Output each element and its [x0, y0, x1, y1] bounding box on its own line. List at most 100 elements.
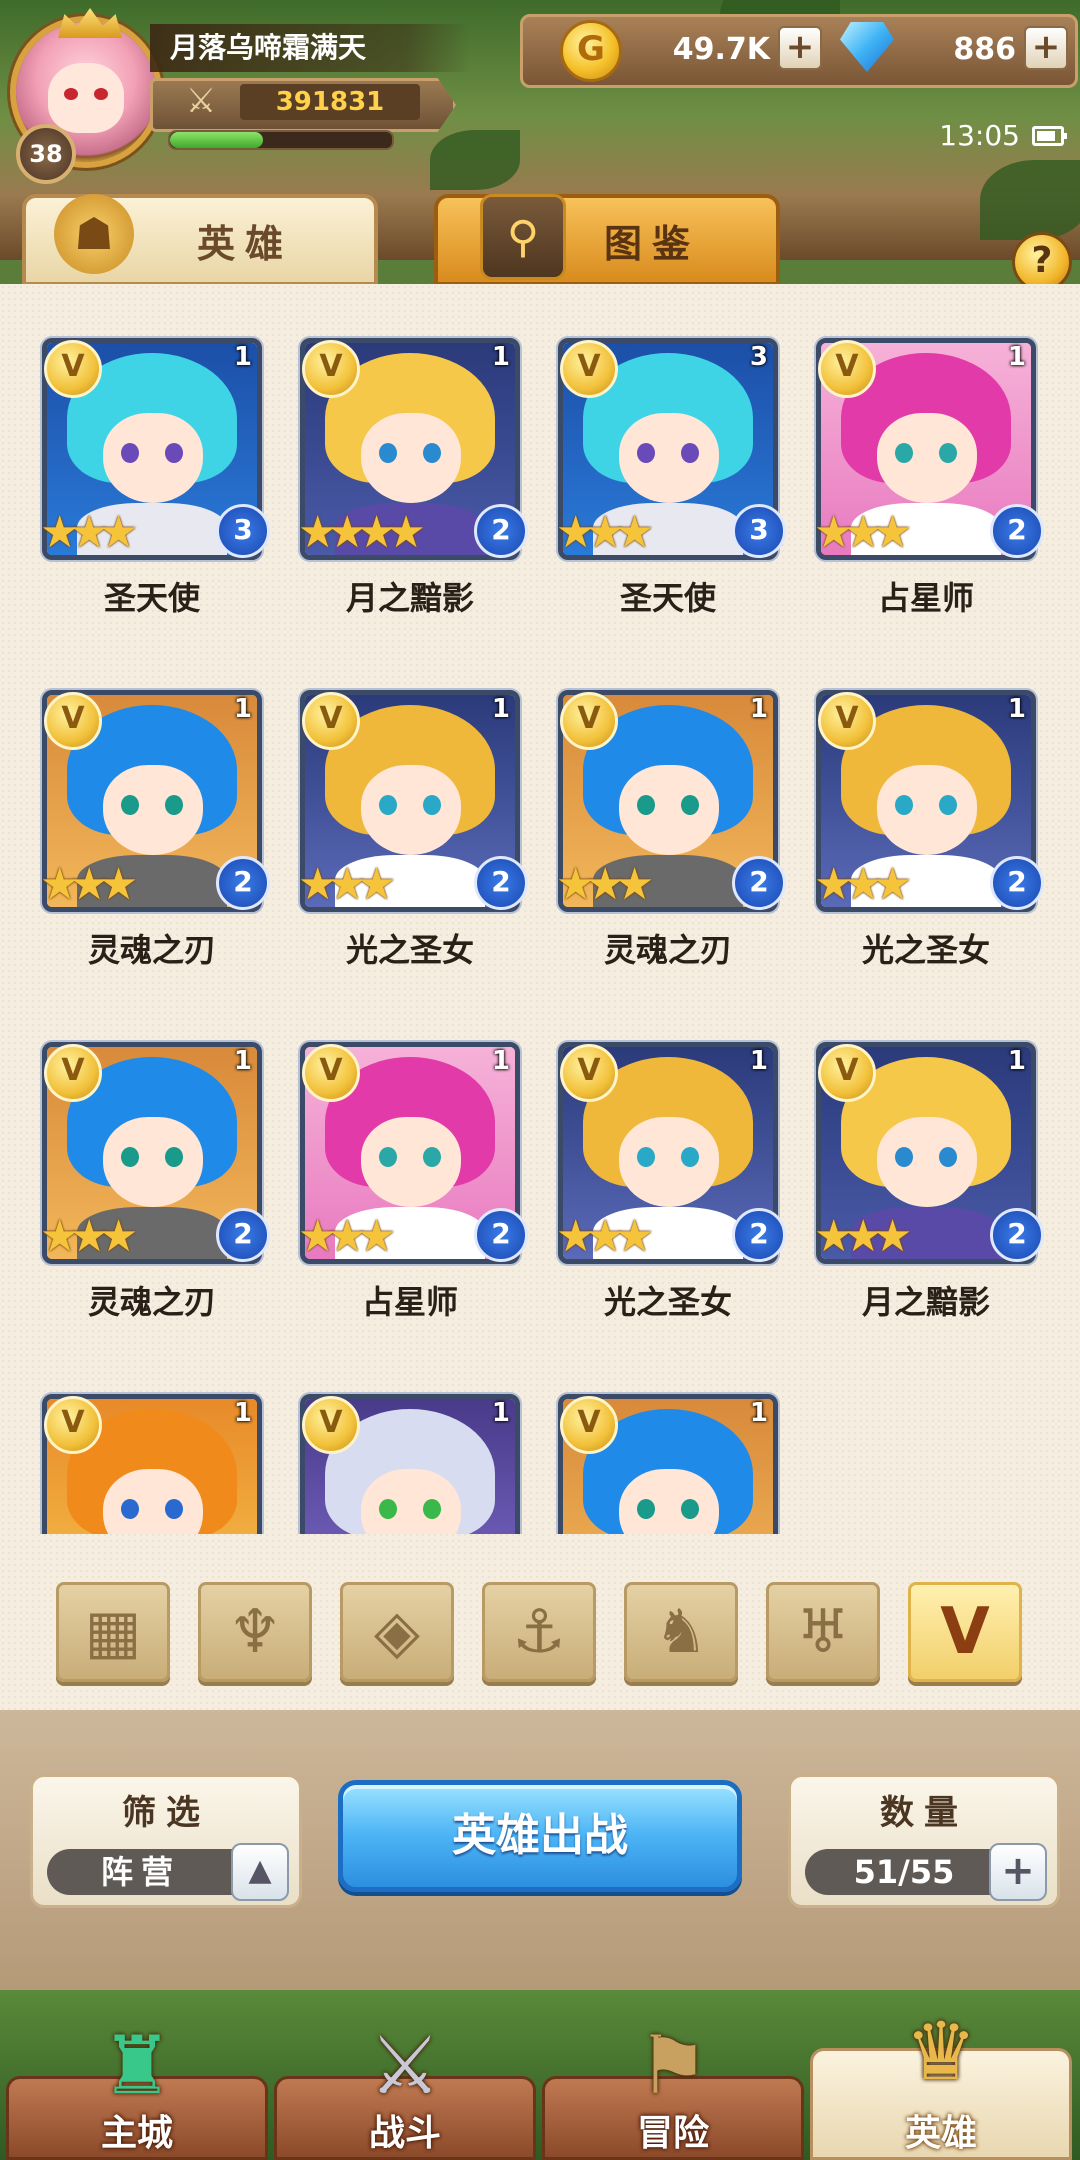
hero-copies-count: 1 — [749, 1046, 768, 1076]
hero-grid[interactable]: V 1 ★★★ 3 圣天使 V 1 ★★★★ 2 月之黯影 V 3 ★★★ 3 … — [0, 284, 1080, 1534]
portrait-eye — [637, 443, 655, 463]
hero-card[interactable]: V 1 ★★★ 2 — [40, 1042, 270, 1264]
portrait-eye — [165, 1147, 183, 1167]
gold-coin-icon: G — [560, 20, 622, 82]
rank-v-badge-icon: V — [302, 1396, 360, 1454]
star-rating: ★★★ — [556, 507, 654, 558]
hero-level-badge: 2 — [216, 1208, 270, 1262]
hero-copies-count: 1 — [491, 1398, 510, 1428]
deploy-heroes-button[interactable]: 英雄出战 — [338, 1780, 742, 1892]
player-level-badge: 38 — [16, 124, 76, 184]
portrait-face — [103, 1469, 203, 1534]
portrait-eye — [379, 1147, 397, 1167]
star-rating: ★★★ — [40, 859, 138, 910]
portrait-eye — [379, 443, 397, 463]
expand-slots-button[interactable]: + — [989, 1843, 1047, 1901]
hero-copies-count: 1 — [491, 342, 510, 372]
helmet-icon: ☗ — [54, 194, 134, 274]
hero-card[interactable]: V 1 ★★★ 2 — [298, 1042, 528, 1264]
portrait-eye — [379, 1499, 397, 1519]
hero-level-badge: 2 — [990, 856, 1044, 910]
hero-name: 占星师 — [361, 1283, 458, 1321]
portrait-eye — [939, 1147, 957, 1167]
count-title: 数量 — [880, 1793, 968, 1833]
hero-copies-count: 1 — [233, 342, 252, 372]
portrait-face — [877, 1117, 977, 1207]
hero-card[interactable]: V 1 ★★★★ 2 — [298, 338, 528, 560]
crown-icon — [58, 8, 122, 38]
faction-filter-beast-head-button[interactable]: ♞ — [624, 1582, 738, 1682]
faction-filter-anchor-button[interactable]: ⚓ — [482, 1582, 596, 1682]
leaf-decoration — [980, 160, 1080, 240]
crossed-swords-icon: ⚔ — [369, 2018, 441, 2112]
crossed-swords-icon: ⚔ — [185, 81, 217, 121]
star-rating: ★★★ — [814, 859, 912, 910]
experience-fill — [170, 132, 264, 148]
rank-v-badge-icon: V — [560, 692, 618, 750]
portrait-eye — [895, 795, 913, 815]
nav-tab-label: 冒险 — [636, 2113, 709, 2154]
demon-horns-icon: ♅ — [796, 1597, 850, 1667]
nav-tab-label: 英雄 — [904, 2113, 977, 2154]
rank-v-badge-icon: V — [818, 1044, 876, 1102]
faction-filter-leaf-crown-button[interactable]: ♆ — [198, 1582, 312, 1682]
portrait-eye — [637, 795, 655, 815]
status-clock: 13:05 — [939, 119, 1020, 152]
faction-filter-diamond-emblem-button[interactable]: ◈ — [340, 1582, 454, 1682]
hero-name: 圣天使 — [619, 579, 716, 617]
faction-filter-demon-horns-button[interactable]: ♅ — [766, 1582, 880, 1682]
hero-copies-count: 1 — [1007, 342, 1026, 372]
hero-card[interactable]: V 1 ★★★ 2 — [556, 690, 786, 912]
hero-card[interactable]: V 3 ★★★ 3 — [556, 338, 786, 560]
portrait-eye — [165, 1499, 183, 1519]
tab-heroes-label: 英雄 — [196, 222, 293, 266]
gold-amount: 49.7K — [672, 32, 770, 67]
portrait-face — [877, 413, 977, 503]
portrait-eye — [681, 1147, 699, 1167]
hero-card[interactable]: V 1 ★★★ 2 — [556, 1042, 786, 1264]
help-button[interactable]: ? — [1012, 232, 1072, 292]
avatar-eye — [94, 88, 108, 100]
hero-card[interactable]: V 1 ★★★ — [300, 1394, 520, 1534]
hero-card[interactable]: V 1 ★★★ 2 — [298, 690, 528, 912]
hero-name: 占星师 — [877, 579, 974, 617]
hero-count-box: 数量 51/55 + — [788, 1774, 1060, 1908]
hero-card[interactable]: V 1 ★★★ 2 — [814, 338, 1044, 560]
faction-filter-grid-button[interactable]: ▦ — [56, 1582, 170, 1682]
portrait-eye — [423, 795, 441, 815]
hero-copies-count: 3 — [749, 342, 768, 372]
hero-list-panel: V 1 ★★★ 3 圣天使 V 1 ★★★★ 2 月之黯影 V 3 ★★★ 3 … — [0, 284, 1080, 1710]
portrait-eye — [121, 443, 139, 463]
portrait-eye — [379, 795, 397, 815]
hero-card[interactable]: V 1 ★★★ 2 — [814, 690, 1044, 912]
hero-copies-count: 1 — [1007, 1046, 1026, 1076]
rank-v-badge-icon: V — [44, 692, 102, 750]
faction-filter-v-emblem-button[interactable]: V — [908, 1582, 1022, 1682]
add-gold-button[interactable]: + — [778, 26, 822, 70]
portrait-eye — [681, 443, 699, 463]
hero-copies-count: 1 — [491, 1046, 510, 1076]
hero-name: 灵魂之刃 — [87, 1283, 216, 1321]
hero-name: 灵魂之刃 — [603, 931, 732, 969]
hero-card[interactable]: V 1 ★★★ 2 — [40, 690, 270, 912]
hero-card[interactable]: V 1 ★★★ — [42, 1394, 262, 1534]
portrait-eye — [681, 795, 699, 815]
hero-copies-count: 1 — [233, 694, 252, 724]
rank-v-badge-icon: V — [44, 340, 102, 398]
portrait-face — [103, 1117, 203, 1207]
star-rating: ★★★ — [556, 1211, 654, 1262]
filter-toggle-button[interactable]: ▲ — [231, 1843, 289, 1901]
battery-icon — [1032, 126, 1067, 146]
hero-card[interactable]: V 1 ★★★ 3 — [40, 338, 270, 560]
nav-tab-label: 主城 — [100, 2113, 173, 2154]
portrait-face — [361, 1469, 461, 1534]
hero-card[interactable]: V 1 ★★★ — [558, 1394, 778, 1534]
portrait-eye — [423, 443, 441, 463]
portrait-eye — [423, 1147, 441, 1167]
hero-card[interactable]: V 1 ★★★ 2 — [814, 1042, 1044, 1264]
anchor-icon: ⚓ — [512, 1597, 566, 1667]
portrait-eye — [895, 1147, 913, 1167]
add-gems-button[interactable]: + — [1024, 26, 1068, 70]
hero-level-badge: 2 — [990, 504, 1044, 558]
hero-copies-count: 1 — [749, 1398, 768, 1428]
